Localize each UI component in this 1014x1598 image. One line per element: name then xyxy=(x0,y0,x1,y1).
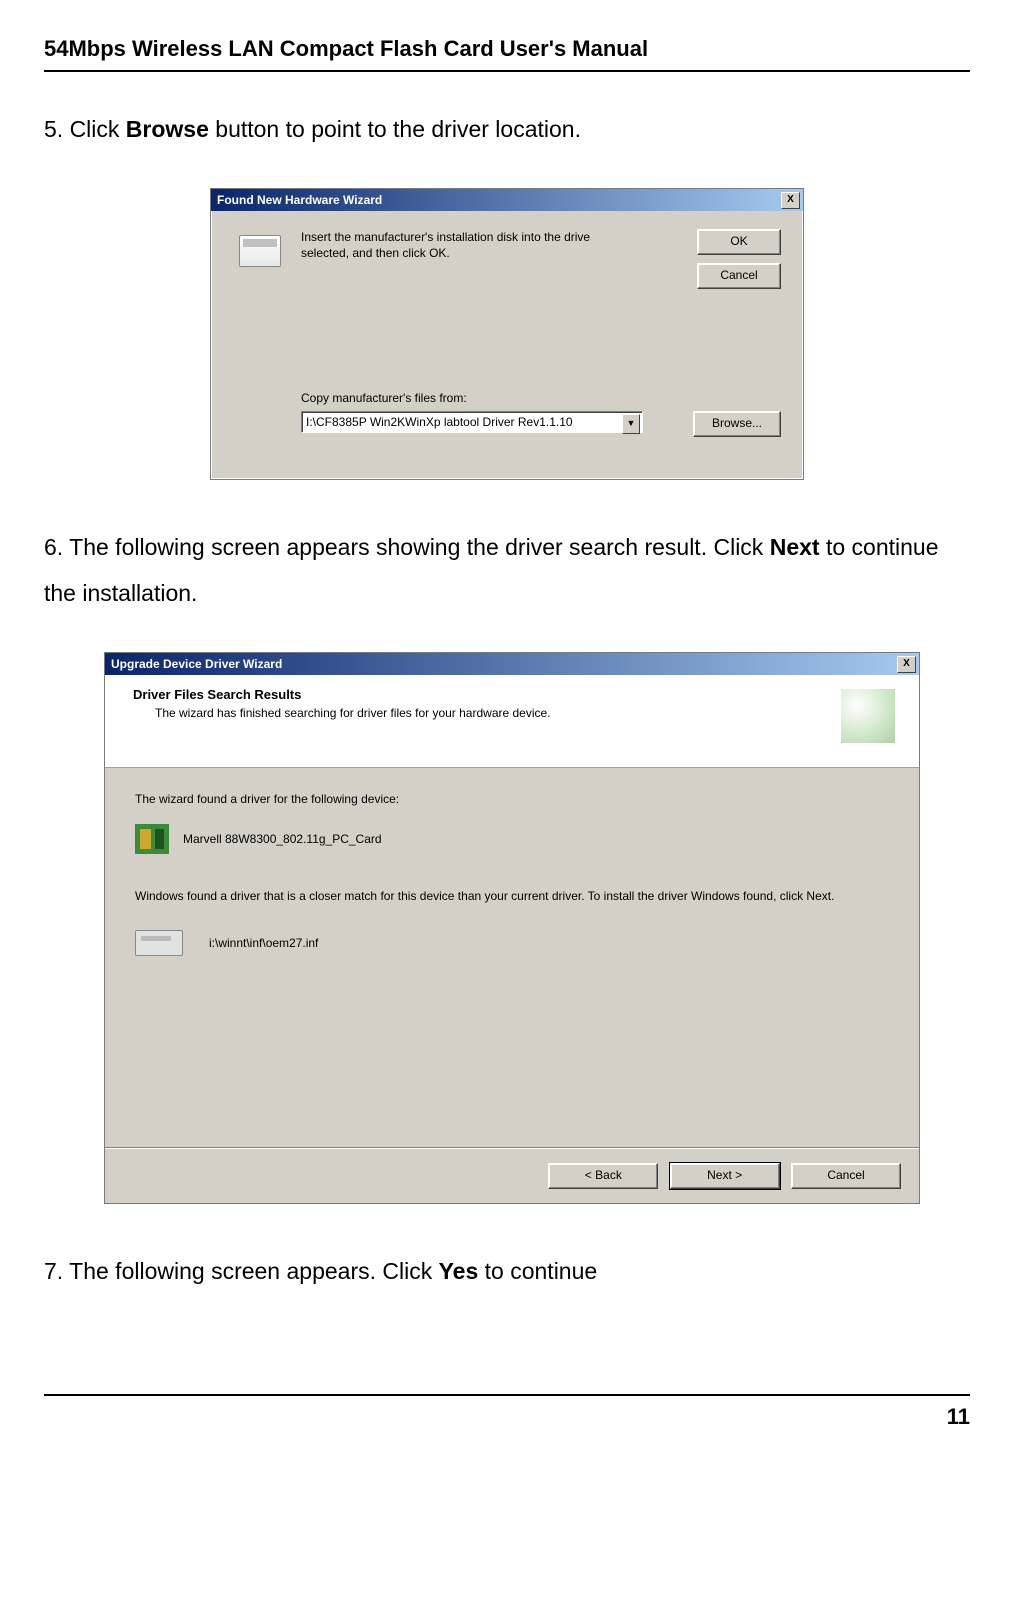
dialog2-head-subtitle: The wizard has finished searching for dr… xyxy=(155,706,715,720)
dialog1-message: Insert the manufacturer's installation d… xyxy=(301,229,631,261)
step5-suffix: button to point to the driver location. xyxy=(209,116,581,142)
page-number: 11 xyxy=(44,1394,970,1430)
step7-bold: Yes xyxy=(439,1258,479,1284)
driver-description: Windows found a driver that is a closer … xyxy=(135,888,835,904)
step5-prefix: 5. Click xyxy=(44,116,126,142)
dialog1-titlebar: Found New Hardware Wizard X xyxy=(211,189,803,211)
inf-path: i:\winnt\inf\oem27.inf xyxy=(209,936,318,950)
back-button[interactable]: < Back xyxy=(548,1163,658,1189)
step5-bold: Browse xyxy=(126,116,209,142)
copy-from-label: Copy manufacturer's files from: xyxy=(301,391,467,405)
close-button[interactable]: X xyxy=(897,656,916,673)
dialog2-header-panel: Driver Files Search Results The wizard h… xyxy=(105,675,919,768)
step6-prefix: 6. The following screen appears showing … xyxy=(44,534,770,560)
next-button[interactable]: Next > xyxy=(670,1163,780,1189)
dialog2-titlebar: Upgrade Device Driver Wizard X xyxy=(105,653,919,675)
upgrade-driver-wizard-dialog: Upgrade Device Driver Wizard X Driver Fi… xyxy=(104,652,920,1204)
step-5: 5. Click Browse button to point to the d… xyxy=(44,106,970,152)
step-6: 6. The following screen appears showing … xyxy=(44,524,970,616)
dialog2-footer: < Back Next > Cancel xyxy=(105,1148,919,1203)
step-7: 7. The following screen appears. Click Y… xyxy=(44,1248,970,1294)
dialog2-title: Upgrade Device Driver Wizard xyxy=(111,657,282,671)
dialog1-title: Found New Hardware Wizard xyxy=(217,193,382,207)
device-card-icon xyxy=(135,824,169,854)
step6-bold: Next xyxy=(770,534,820,560)
path-value: I:\CF8385P Win2KWinXp labtool Driver Rev… xyxy=(306,415,573,429)
step7-prefix: 7. The following screen appears. Click xyxy=(44,1258,439,1284)
wizard-graphic-icon xyxy=(841,689,895,743)
disk-icon xyxy=(239,235,281,267)
found-new-hardware-dialog: Found New Hardware Wizard X Insert the m… xyxy=(210,188,804,480)
cancel-button[interactable]: Cancel xyxy=(697,263,781,289)
step7-suffix: to continue xyxy=(478,1258,597,1284)
close-button[interactable]: X xyxy=(781,192,800,209)
copy-from-path-input[interactable]: I:\CF8385P Win2KWinXp labtool Driver Rev… xyxy=(301,411,643,433)
found-device-label: The wizard found a driver for the follow… xyxy=(135,792,889,806)
document-header: 54Mbps Wireless LAN Compact Flash Card U… xyxy=(44,36,970,72)
browse-button[interactable]: Browse... xyxy=(693,411,781,437)
drive-icon xyxy=(135,930,183,956)
device-name: Marvell 88W8300_802.11g_PC_Card xyxy=(183,832,382,846)
dialog2-head-title: Driver Files Search Results xyxy=(133,687,899,702)
cancel-button[interactable]: Cancel xyxy=(791,1163,901,1189)
ok-button[interactable]: OK xyxy=(697,229,781,255)
dropdown-arrow-icon[interactable]: ▼ xyxy=(622,414,640,434)
